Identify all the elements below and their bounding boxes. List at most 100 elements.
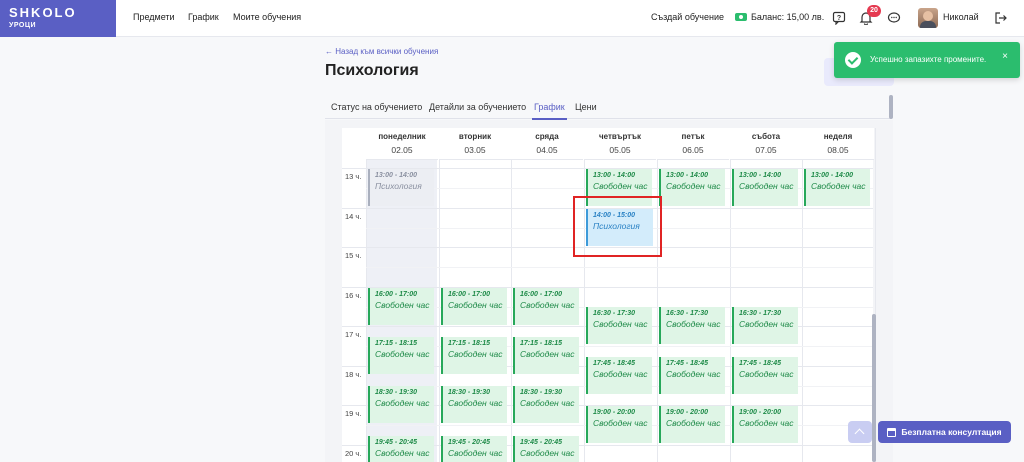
- free-slot[interactable]: 17:15 - 18:15 Свободен час: [368, 337, 434, 374]
- free-slot[interactable]: 16:00 - 17:00 Свободен час: [513, 288, 579, 325]
- slot-time: 13:00 - 14:00: [593, 172, 636, 179]
- tab-details[interactable]: Детайли за обучението: [429, 102, 526, 112]
- day-header: сряда 04.05: [511, 128, 583, 160]
- free-slot[interactable]: 18:30 - 19:30 Свободен час: [513, 386, 579, 423]
- help-icon[interactable]: ?: [832, 11, 846, 25]
- slot-time: 16:30 - 17:30: [666, 310, 709, 317]
- free-slot[interactable]: 13:00 - 14:00 Свободен час: [732, 169, 798, 206]
- slot-time: 19:45 - 20:45: [448, 439, 491, 446]
- free-slot[interactable]: 18:30 - 19:30 Свободен час: [368, 386, 434, 423]
- slot-time: 19:00 - 20:00: [739, 409, 782, 416]
- slot-label: Свободен час: [520, 300, 575, 310]
- user-avatar[interactable]: [918, 8, 938, 28]
- free-slot[interactable]: 19:45 - 20:45 Свободен час: [368, 436, 434, 462]
- free-slot[interactable]: 16:00 - 17:00 Свободен час: [441, 288, 507, 325]
- free-slot[interactable]: 18:30 - 19:30 Свободен час: [441, 386, 507, 423]
- day-name: неделя: [823, 132, 853, 141]
- hour-label: 14 ч.: [345, 212, 362, 221]
- column-divider: [366, 128, 367, 462]
- slot-time: 19:00 - 20:00: [666, 409, 709, 416]
- free-slot[interactable]: 16:30 - 17:30 Свободен час: [659, 307, 725, 344]
- free-consultation-button[interactable]: Безплатна консултация: [878, 421, 1011, 443]
- column-divider: [584, 128, 585, 462]
- toast-close-button[interactable]: ×: [1002, 51, 1008, 62]
- slot-time: 17:15 - 18:15: [448, 340, 491, 347]
- free-slot[interactable]: 19:45 - 20:45 Свободен час: [441, 436, 507, 462]
- chat-icon[interactable]: [887, 11, 901, 25]
- day-date: 05.05: [609, 145, 631, 155]
- back-to-courses-link[interactable]: ← Назад към всички обучения: [325, 47, 438, 56]
- logo-sub-text: УРОЦИ: [9, 22, 37, 29]
- slot-time: 17:45 - 18:45: [593, 360, 636, 367]
- free-slot[interactable]: 13:00 - 14:00 Свободен час: [659, 169, 725, 206]
- slot-time: 17:15 - 18:15: [520, 340, 563, 347]
- slot-time: 16:00 - 17:00: [520, 291, 563, 298]
- create-course-button[interactable]: Създай обучение: [651, 12, 724, 22]
- slot-label: Свободен час: [375, 448, 430, 458]
- slot-label: Свободен час: [739, 319, 794, 329]
- logo-main-text: SHKOLO: [9, 5, 77, 20]
- slot-label: Свободен час: [739, 181, 794, 191]
- free-slot[interactable]: 16:30 - 17:30 Свободен час: [732, 307, 798, 344]
- free-slot[interactable]: 17:15 - 18:15 Свободен час: [513, 337, 579, 374]
- tab-schedule[interactable]: График: [534, 102, 565, 112]
- free-slot[interactable]: 17:15 - 18:15 Свободен час: [441, 337, 507, 374]
- slot-time: 13:00 - 14:00: [666, 172, 709, 179]
- slot-label: Свободен час: [448, 349, 503, 359]
- column-divider: [439, 128, 440, 462]
- tab-prices[interactable]: Цени: [575, 102, 597, 112]
- slot-label: Свободен час: [375, 349, 430, 359]
- slot-label: Свободен час: [739, 369, 794, 379]
- tab-status[interactable]: Статус на обучението: [331, 102, 422, 112]
- free-slot[interactable]: 16:00 - 17:00 Свободен час: [368, 288, 434, 325]
- slot-time: 18:30 - 19:30: [375, 389, 418, 396]
- toast-message: Успешно запазихте промените.: [870, 55, 987, 64]
- day-name: събота: [751, 132, 781, 141]
- calendar-scrollbar[interactable]: [872, 314, 876, 462]
- notification-badge: 20: [867, 5, 881, 17]
- free-slot[interactable]: 19:00 - 20:00 Свободен час: [586, 406, 652, 443]
- day-header: събота 07.05: [730, 128, 802, 160]
- free-slot[interactable]: 19:45 - 20:45 Свободен час: [513, 436, 579, 462]
- nav-my-courses[interactable]: Моите обучения: [233, 12, 301, 22]
- slot-time: 16:30 - 17:30: [593, 310, 636, 317]
- slot-label: Свободен час: [666, 181, 721, 191]
- column-divider: [802, 128, 803, 462]
- slot-label: Свободен час: [520, 398, 575, 408]
- free-slot[interactable]: 16:30 - 17:30 Свободен час: [586, 307, 652, 344]
- slot-label: Свободен час: [593, 418, 648, 428]
- day-header: петък 06.05: [657, 128, 729, 160]
- free-slot[interactable]: 17:45 - 18:45 Свободен час: [732, 357, 798, 394]
- slot-label: Свободен час: [375, 300, 430, 310]
- free-slot[interactable]: 17:45 - 18:45 Свободен час: [586, 357, 652, 394]
- balance-indicator[interactable]: Баланс: 15,00 лв.: [735, 12, 824, 22]
- column-divider: [511, 128, 512, 462]
- nav-schedule[interactable]: График: [188, 12, 219, 22]
- hour-label: 15 ч.: [345, 251, 362, 260]
- user-name[interactable]: Николай: [943, 12, 979, 22]
- scroll-to-top-button[interactable]: [848, 421, 872, 443]
- free-slot[interactable]: 19:00 - 20:00 Свободен час: [732, 406, 798, 443]
- slot-time: 17:45 - 18:45: [739, 360, 782, 367]
- slot-time: 19:00 - 20:00: [593, 409, 636, 416]
- past-lesson[interactable]: 13:00 - 14:00 Психология: [368, 169, 434, 206]
- page-scrollbar[interactable]: [889, 95, 893, 119]
- day-header: неделя 08.05: [802, 128, 874, 160]
- slot-time: 16:00 - 17:00: [375, 291, 418, 298]
- column-divider: [730, 128, 731, 462]
- day-date: 06.05: [682, 145, 704, 155]
- logout-icon[interactable]: [994, 11, 1008, 25]
- logo[interactable]: SHKOLO УРОЦИ: [0, 0, 116, 37]
- slot-time: 17:45 - 18:45: [666, 360, 709, 367]
- day-header: понеделник 02.05: [366, 128, 438, 160]
- day-date: 07.05: [755, 145, 777, 155]
- slot-label: Свободен час: [375, 398, 430, 408]
- slot-label: Свободен час: [811, 181, 866, 191]
- free-slot[interactable]: 19:00 - 20:00 Свободен час: [659, 406, 725, 443]
- day-name: вторник: [458, 132, 492, 141]
- free-slot[interactable]: 17:45 - 18:45 Свободен час: [659, 357, 725, 394]
- free-slot[interactable]: 13:00 - 14:00 Свободен час: [804, 169, 870, 206]
- nav-subjects[interactable]: Предмети: [133, 12, 175, 22]
- half-hour-divider: [366, 267, 873, 268]
- top-header: SHKOLO УРОЦИ Предмети График Моите обуче…: [0, 0, 1024, 37]
